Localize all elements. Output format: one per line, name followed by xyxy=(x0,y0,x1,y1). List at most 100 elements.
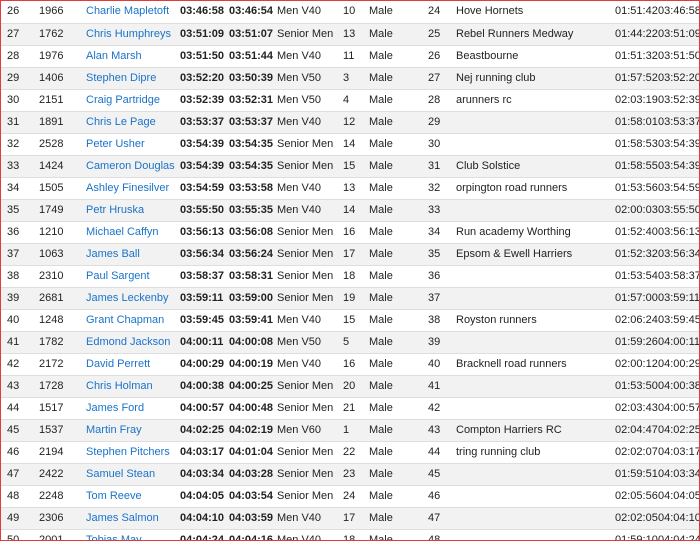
club-cell xyxy=(456,331,615,354)
half-split-cell: 01:53:56 xyxy=(615,177,658,200)
category-position-cell: 20 xyxy=(343,375,369,398)
position-cell: 43 xyxy=(1,375,39,398)
category-cell: Senior Men xyxy=(277,397,343,420)
runner-name-cell: Petr Hruska xyxy=(86,199,180,222)
runner-name-link[interactable]: Chris Holman xyxy=(86,380,153,392)
club-cell xyxy=(456,507,615,530)
gun-time-cell: 03:52:39 xyxy=(180,89,229,112)
gender-cell: Male xyxy=(369,507,428,530)
runner-name-link[interactable]: Charlie Mapletoft xyxy=(86,5,169,17)
position-cell: 49 xyxy=(1,507,39,530)
runner-name-link[interactable]: Michael Caffyn xyxy=(86,226,159,238)
gender-cell: Male xyxy=(369,221,428,244)
finish-split-cell: 03:52:39 xyxy=(658,89,699,112)
gender-cell: Male xyxy=(369,309,428,332)
runner-name-link[interactable]: Stephen Dipre xyxy=(86,72,156,84)
runner-name-link[interactable]: Paul Sargent xyxy=(86,270,150,282)
category-position-cell: 14 xyxy=(343,199,369,222)
gender-position-cell: 32 xyxy=(428,177,456,200)
table-row: 44 1517 James Ford 04:00:57 04:00:48 Senior M… xyxy=(1,397,699,420)
runner-name-link[interactable]: Tobias May xyxy=(86,534,142,541)
runner-name-link[interactable]: Ashley Finesilver xyxy=(86,182,169,194)
runner-name-link[interactable]: Chris Humphreys xyxy=(86,28,171,40)
runner-name-link[interactable]: James Leckenby xyxy=(86,292,169,304)
half-split-cell: 02:02:05 xyxy=(615,507,658,530)
chip-time-cell: 04:01:04 xyxy=(229,441,277,464)
runner-name-cell: Chris Le Page xyxy=(86,111,180,134)
finish-split-cell: 04:03:17 xyxy=(658,441,699,464)
runner-name-link[interactable]: Samuel Stean xyxy=(86,468,155,480)
runner-name-cell: David Perrett xyxy=(86,353,180,376)
gender-cell: Male xyxy=(369,23,428,46)
table-row: 40 1248 Grant Chapman 03:59:45 03:59:41 Men V… xyxy=(1,309,699,332)
runner-name-link[interactable]: James Ford xyxy=(86,402,144,414)
table-row: 48 2248 Tom Reeve 04:04:05 04:03:54 Senior Me… xyxy=(1,485,699,508)
half-split-cell: 02:03:19 xyxy=(615,89,658,112)
position-cell: 34 xyxy=(1,177,39,200)
finish-split-cell: 03:54:39 xyxy=(658,155,699,178)
chip-time-cell: 04:03:28 xyxy=(229,463,277,486)
runner-name-link[interactable]: Martin Fray xyxy=(86,424,142,436)
bib-number-cell: 2422 xyxy=(39,463,86,486)
half-split-cell: 02:03:43 xyxy=(615,397,658,420)
runner-name-link[interactable]: James Salmon xyxy=(86,512,159,524)
gun-time-cell: 03:58:37 xyxy=(180,265,229,288)
runner-name-link[interactable]: Stephen Pitchers xyxy=(86,446,170,458)
gun-time-cell: 03:46:58 xyxy=(180,1,229,24)
gender-cell: Male xyxy=(369,353,428,376)
runner-name-link[interactable]: James Ball xyxy=(86,248,140,260)
half-split-cell: 01:58:55 xyxy=(615,155,658,178)
bib-number-cell: 1210 xyxy=(39,221,86,244)
table-row: 46 2194 Stephen Pitchers 04:03:17 04:01:04 Se… xyxy=(1,441,699,464)
runner-name-cell: Ashley Finesilver xyxy=(86,177,180,200)
bib-number-cell: 2172 xyxy=(39,353,86,376)
runner-name-link[interactable]: Petr Hruska xyxy=(86,204,144,216)
gun-time-cell: 04:02:25 xyxy=(180,419,229,442)
position-cell: 32 xyxy=(1,133,39,156)
runner-name-link[interactable]: Craig Partridge xyxy=(86,94,160,106)
table-row: 47 2422 Samuel Stean 04:03:34 04:03:28 Senior… xyxy=(1,463,699,486)
half-split-cell: 02:00:12 xyxy=(615,353,658,376)
finish-split-cell: 03:59:45 xyxy=(658,309,699,332)
runner-name-link[interactable]: Grant Chapman xyxy=(86,314,164,326)
half-split-cell: 01:53:50 xyxy=(615,375,658,398)
runner-name-link[interactable]: David Perrett xyxy=(86,358,150,370)
position-cell: 42 xyxy=(1,353,39,376)
club-cell xyxy=(456,265,615,288)
runner-name-link[interactable]: Edmond Jackson xyxy=(86,336,170,348)
bib-number-cell: 2248 xyxy=(39,485,86,508)
club-cell: Royston runners xyxy=(456,309,615,332)
category-cell: Men V40 xyxy=(277,111,343,134)
runner-name-link[interactable]: Tom Reeve xyxy=(86,490,142,502)
bib-number-cell: 1505 xyxy=(39,177,86,200)
finish-split-cell: 04:04:10 xyxy=(658,507,699,530)
half-split-cell: 01:44:22 xyxy=(615,23,658,46)
bib-number-cell: 2151 xyxy=(39,89,86,112)
runner-name-link[interactable]: Peter Usher xyxy=(86,138,145,150)
finish-split-cell: 04:04:24 xyxy=(658,529,699,540)
category-position-cell: 15 xyxy=(343,155,369,178)
club-cell: Run academy Worthing xyxy=(456,221,615,244)
runner-name-link[interactable]: Chris Le Page xyxy=(86,116,156,128)
gun-time-cell: 04:04:05 xyxy=(180,485,229,508)
category-position-cell: 13 xyxy=(343,23,369,46)
finish-split-cell: 03:53:37 xyxy=(658,111,699,134)
category-position-cell: 3 xyxy=(343,67,369,90)
gender-position-cell: 26 xyxy=(428,45,456,68)
category-position-cell: 14 xyxy=(343,133,369,156)
runner-name-cell: Chris Humphreys xyxy=(86,23,180,46)
gun-time-cell: 03:59:11 xyxy=(180,287,229,310)
runner-name-link[interactable]: Cameron Douglas xyxy=(86,160,175,172)
gun-time-cell: 03:56:34 xyxy=(180,243,229,266)
chip-time-cell: 03:51:07 xyxy=(229,23,277,46)
runner-name-link[interactable]: Alan Marsh xyxy=(86,50,142,62)
club-cell: Nej running club xyxy=(456,67,615,90)
table-row: 32 2528 Peter Usher 03:54:39 03:54:35 Senior … xyxy=(1,133,699,156)
category-position-cell: 21 xyxy=(343,397,369,420)
chip-time-cell: 03:51:44 xyxy=(229,45,277,68)
club-cell xyxy=(456,133,615,156)
table-row: 39 2681 James Leckenby 03:59:11 03:59:00 Seni… xyxy=(1,287,699,310)
chip-time-cell: 03:56:08 xyxy=(229,221,277,244)
category-position-cell: 19 xyxy=(343,287,369,310)
half-split-cell: 02:06:24 xyxy=(615,309,658,332)
